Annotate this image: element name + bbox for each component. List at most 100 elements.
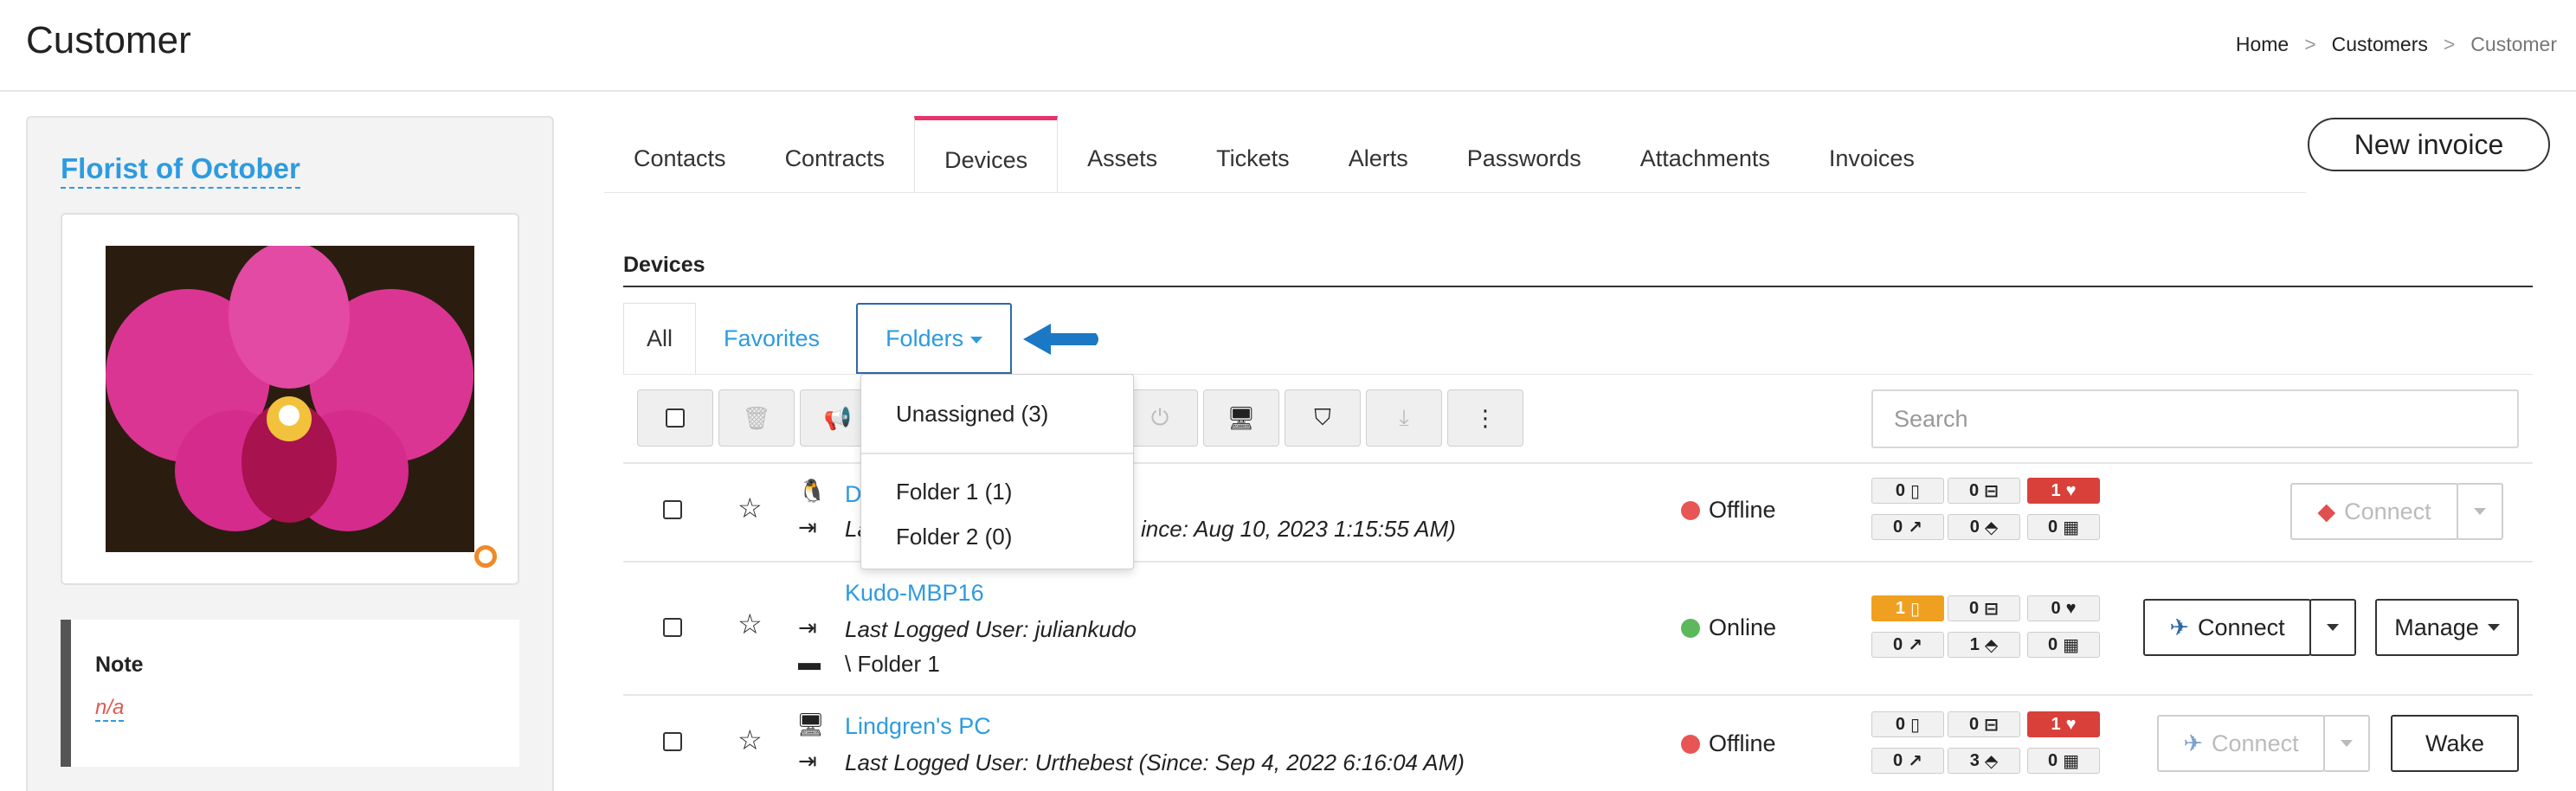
note-value[interactable]: n/a — [95, 696, 125, 722]
badge-tags[interactable]: 1 ⬘ — [1948, 632, 2020, 658]
connect-options-button[interactable] — [2309, 599, 2356, 656]
badge-count: 0 — [2051, 598, 2061, 618]
folder-menu-item-folder-1[interactable]: Folder 1 (1) — [896, 479, 1012, 505]
more-actions-button[interactable]: ⋮ — [1447, 389, 1523, 447]
shield-icon: ⛉ — [1314, 404, 1331, 430]
device-name-link[interactable]: Kudo-MBP16 — [845, 580, 984, 607]
chevron-down-icon — [970, 337, 983, 344]
tab-attachments[interactable]: Attachments — [1611, 116, 1800, 192]
customer-photo — [106, 246, 474, 552]
devices-heading-divider — [623, 286, 2533, 287]
badge-performance[interactable]: 0 ↗ — [1871, 748, 1944, 774]
connect-icon: ✈ — [2183, 730, 2204, 756]
chart-line-icon: ↗ — [1908, 518, 1922, 537]
status-dot — [1681, 618, 1700, 638]
new-invoice-button[interactable]: New invoice — [2308, 118, 2550, 171]
badge-drives[interactable]: 0 ⊟ — [1948, 711, 2020, 737]
connect-button[interactable]: ✈ Connect — [2157, 715, 2325, 772]
chevron-down-icon — [2487, 624, 2500, 631]
badge-drives[interactable]: 0 ⊟ — [1948, 478, 2020, 504]
customer-name[interactable]: Florist of October — [61, 152, 300, 189]
device-filter-tabs: All Favorites Folders — [623, 303, 1013, 374]
badge-count: 0 — [1893, 634, 1903, 654]
badge-performance[interactable]: 0 ↗ — [1871, 514, 1944, 540]
badge-apps[interactable]: 0 ▦ — [2027, 748, 2100, 774]
badge-tickets[interactable]: 0 ▯ — [1871, 711, 1944, 737]
remote-screen-button[interactable]: 🖥 — [1203, 389, 1279, 447]
search-input[interactable]: Search — [1871, 389, 2519, 448]
favorite-star-icon[interactable]: ☆ — [737, 608, 763, 640]
badge-tags[interactable]: 3 ⬘ — [1948, 748, 2020, 774]
connect-options-button[interactable] — [2323, 715, 2370, 772]
heartbeat-icon: ♥ — [2065, 714, 2077, 734]
manage-button[interactable]: Manage — [2375, 599, 2519, 656]
note-card — [61, 620, 519, 767]
tab-alerts[interactable]: Alerts — [1319, 116, 1438, 192]
breadcrumb-home[interactable]: Home — [2236, 33, 2289, 56]
select-all-checkbox — [666, 408, 685, 428]
badge-tickets[interactable]: 1 ▯ — [1871, 595, 1944, 621]
chevron-down-icon — [2341, 740, 2353, 747]
devices-heading: Devices — [623, 253, 705, 277]
favorite-star-icon[interactable]: ☆ — [737, 723, 763, 756]
tabs-divider — [604, 192, 2306, 193]
badge-health[interactable]: 1 ♥ — [2027, 711, 2100, 737]
badge-drives[interactable]: 0 ⊟ — [1948, 595, 2020, 621]
hdd-icon: ⊟ — [1984, 599, 1999, 619]
grid-icon: ▦ — [2063, 635, 2080, 655]
badge-tags[interactable]: 0 ⬘ — [1948, 514, 2020, 540]
tab-tickets[interactable]: Tickets — [1187, 116, 1319, 192]
tab-contracts[interactable]: Contracts — [756, 116, 915, 192]
login-icon: ⇥ — [798, 514, 817, 540]
device-name-link[interactable]: D — [845, 481, 862, 508]
badge-count: 0 — [1893, 517, 1903, 537]
subtab-favorites[interactable]: Favorites — [696, 303, 847, 374]
badge-count: 0 — [1893, 750, 1903, 770]
badge-apps[interactable]: 0 ▦ — [2027, 514, 2100, 540]
tab-passwords[interactable]: Passwords — [1438, 116, 1611, 192]
badge-tickets[interactable]: 0 ▯ — [1871, 478, 1944, 504]
subtab-folders[interactable]: Folders — [856, 303, 1013, 374]
connect-button[interactable]: ◆ Connect — [2290, 483, 2458, 540]
badge-count: 1 — [1969, 634, 1980, 654]
security-button[interactable]: ⛉ — [1285, 389, 1361, 447]
device-folder: \ Folder 1 — [845, 651, 940, 677]
connect-button[interactable]: ✈ Connect — [2143, 599, 2311, 656]
tab-contacts[interactable]: Contacts — [604, 116, 756, 192]
folder-menu-item-unassigned[interactable]: Unassigned (3) — [896, 401, 1048, 428]
page-title: Customer — [26, 19, 191, 61]
badge-performance[interactable]: 0 ↗ — [1871, 632, 1944, 658]
subtab-folders-label: Folders — [886, 325, 964, 351]
heartbeat-icon: ♥ — [2065, 480, 2077, 500]
chevron-down-icon — [2474, 508, 2486, 515]
badge-health[interactable]: 0 ♥ — [2027, 595, 2100, 621]
subtab-all[interactable]: All — [623, 303, 697, 374]
header-divider — [0, 90, 2576, 92]
row-checkbox[interactable] — [663, 732, 682, 751]
breadcrumb-customers[interactable]: Customers — [2332, 33, 2428, 56]
tab-devices[interactable]: Devices — [914, 116, 1059, 192]
badge-count: 0 — [1969, 598, 1980, 618]
monitor-icon: 🖥 — [1227, 404, 1256, 431]
badge-health[interactable]: 1 ♥ — [2027, 478, 2100, 504]
hdd-icon: ⊟ — [1984, 481, 1999, 501]
connect-label: Connect — [2344, 498, 2431, 524]
folder-menu-item-folder-2[interactable]: Folder 2 (0) — [896, 524, 1012, 550]
tab-invoices[interactable]: Invoices — [1800, 116, 1944, 192]
delete-button[interactable]: 🗑 — [718, 389, 795, 447]
badge-apps[interactable]: 0 ▦ — [2027, 632, 2100, 658]
tab-assets[interactable]: Assets — [1058, 116, 1187, 192]
folder-icon: ▬ — [798, 649, 821, 675]
row-checkbox[interactable] — [663, 500, 682, 519]
wake-button[interactable]: Wake — [2391, 715, 2519, 772]
row-checkbox[interactable] — [663, 618, 682, 637]
customer-tabs: Contacts Contracts Devices Assets Ticket… — [604, 116, 1944, 192]
badge-count: 0 — [1895, 480, 1906, 500]
favorite-star-icon[interactable]: ☆ — [737, 492, 763, 524]
connect-options-button[interactable] — [2457, 483, 2503, 540]
tag-icon: ⬘ — [1984, 751, 1999, 771]
status-dot — [1681, 500, 1700, 520]
install-button[interactable]: ⤓ — [1366, 389, 1442, 447]
select-all-button[interactable] — [637, 389, 713, 447]
device-name-link[interactable]: Lindgren's PC — [845, 713, 991, 740]
